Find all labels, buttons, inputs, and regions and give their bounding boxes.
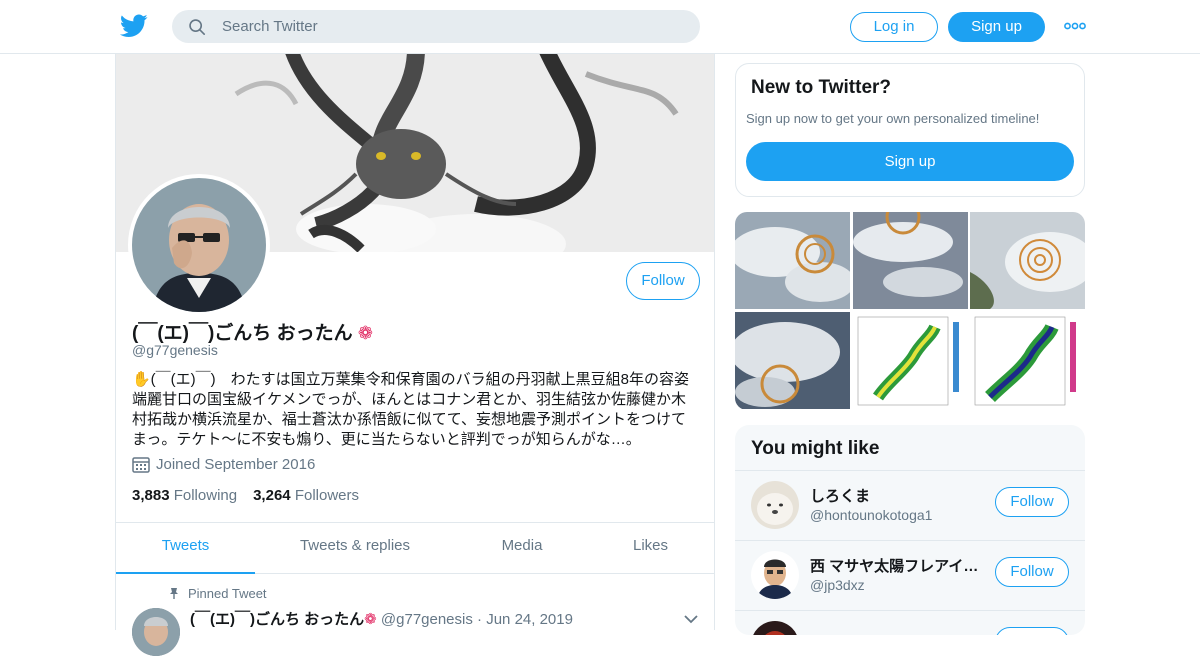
login-button[interactable]: Log in <box>850 12 938 42</box>
tab-tweets-replies[interactable]: Tweets & replies <box>255 523 455 574</box>
pinned-tweet-label: Pinned Tweet <box>168 586 267 601</box>
tab-likes[interactable]: Likes <box>589 523 712 574</box>
suggested-user-follow-button[interactable]: Follow <box>995 557 1069 587</box>
suggested-user-handle: @jp3dxz <box>810 577 865 593</box>
signup-button[interactable]: Sign up <box>948 12 1045 42</box>
chevron-down-icon[interactable] <box>684 614 698 624</box>
new-to-twitter-title: New to Twitter? <box>751 77 892 98</box>
followers-count: 3,264 <box>253 487 291 504</box>
media-thumbnail[interactable] <box>970 312 1085 409</box>
tweet-separator: · <box>477 611 483 628</box>
name-badge-icon: ❁ <box>357 323 373 343</box>
profile-avatar-image <box>132 178 266 312</box>
following-count: 3,883 <box>132 487 170 504</box>
tweet-avatar[interactable] <box>132 608 180 656</box>
suggested-user-follow-button[interactable]: Follow <box>995 487 1069 517</box>
following-label: Following <box>173 487 238 504</box>
media-thumbnail[interactable] <box>853 312 968 409</box>
search-input[interactable] <box>222 10 682 43</box>
tweet-date[interactable]: Jun 24, 2019 <box>486 611 573 628</box>
follow-button[interactable]: Follow <box>626 262 700 300</box>
you-might-like-title: You might like <box>751 438 880 459</box>
followers-link[interactable]: 3,264 Followers <box>253 487 359 504</box>
twitter-logo-icon[interactable] <box>120 13 148 39</box>
suggested-user-avatar[interactable] <box>751 621 799 635</box>
suggested-user-row[interactable] <box>735 610 1085 635</box>
suggested-user-avatar[interactable] <box>751 551 799 599</box>
joined-date: Joined September 2016 <box>132 456 315 473</box>
photos-videos-grid <box>735 212 1085 410</box>
tab-tweets[interactable]: Tweets <box>116 523 255 574</box>
suggested-user-handle: @hontounokotoga1 <box>810 507 933 523</box>
top-navigation-bar: Log in Sign up <box>0 0 1200 54</box>
profile-name: (￣(エ)￣)ごんち おったん ❁ <box>132 318 373 345</box>
media-thumbnail[interactable] <box>735 312 850 409</box>
new-to-twitter-subtitle: Sign up now to get your own personalized… <box>746 111 1040 126</box>
media-thumbnail[interactable] <box>735 212 850 309</box>
suggested-user-row[interactable]: 西 マサヤ太陽フレアイ… @jp3dxz Follow <box>735 540 1085 610</box>
profile-column: Follow (￣(エ)￣)ごんち おったん ❁ @g77genesis ✋(￣… <box>115 54 715 656</box>
more-icon[interactable] <box>1064 20 1086 32</box>
new-to-twitter-card: New to Twitter? Sign up now to get your … <box>735 63 1085 197</box>
profile-name-text: (￣(エ)￣)ごんち おったん <box>132 323 353 344</box>
pin-icon <box>170 588 178 599</box>
search-box[interactable] <box>172 10 700 43</box>
following-link[interactable]: 3,883 Following <box>132 487 237 504</box>
suggested-user-name[interactable]: 西 マサヤ太陽フレアイ… <box>810 555 982 576</box>
tweet-author-handle[interactable]: @g77genesis <box>381 611 473 628</box>
tweet-header: (￣(エ)￣)ごんち おったん❁ @g77genesis · Jun 24, 2… <box>190 608 573 629</box>
profile-bio: ✋(￣(エ)￣) わたすは国立万葉集令和保育園のバラ組の丹羽献上黒豆組8年の容姿… <box>132 371 690 448</box>
you-might-like-card: You might like しろくま @hontounokotoga1 Fol… <box>735 425 1085 635</box>
tab-media[interactable]: Media <box>455 523 589 574</box>
card-signup-button[interactable]: Sign up <box>746 142 1074 181</box>
tweet-name-badge-icon: ❁ <box>364 611 377 628</box>
search-icon <box>189 19 206 36</box>
joined-text: Joined September 2016 <box>156 456 316 473</box>
suggested-user-name[interactable]: しろくま <box>810 485 982 506</box>
pinned-text: Pinned Tweet <box>188 586 267 601</box>
media-thumbnail[interactable] <box>853 212 968 309</box>
tweet-avatar-image <box>132 608 180 656</box>
profile-stats: 3,883 Following 3,264 Followers <box>132 487 359 504</box>
media-thumbnail[interactable] <box>970 212 1085 309</box>
suggested-user-avatar[interactable] <box>751 481 799 529</box>
profile-handle: @g77genesis <box>132 342 218 358</box>
followers-label: Followers <box>294 487 359 504</box>
tweet-author-name[interactable]: (￣(エ)￣)ごんち おったん <box>190 611 364 628</box>
suggested-user-follow-button[interactable] <box>995 627 1069 635</box>
calendar-icon <box>132 457 150 473</box>
profile-avatar[interactable] <box>128 174 270 316</box>
profile-tabs: Tweets Tweets & replies Media Likes <box>116 522 714 574</box>
suggested-user-row[interactable]: しろくま @hontounokotoga1 Follow <box>735 470 1085 540</box>
